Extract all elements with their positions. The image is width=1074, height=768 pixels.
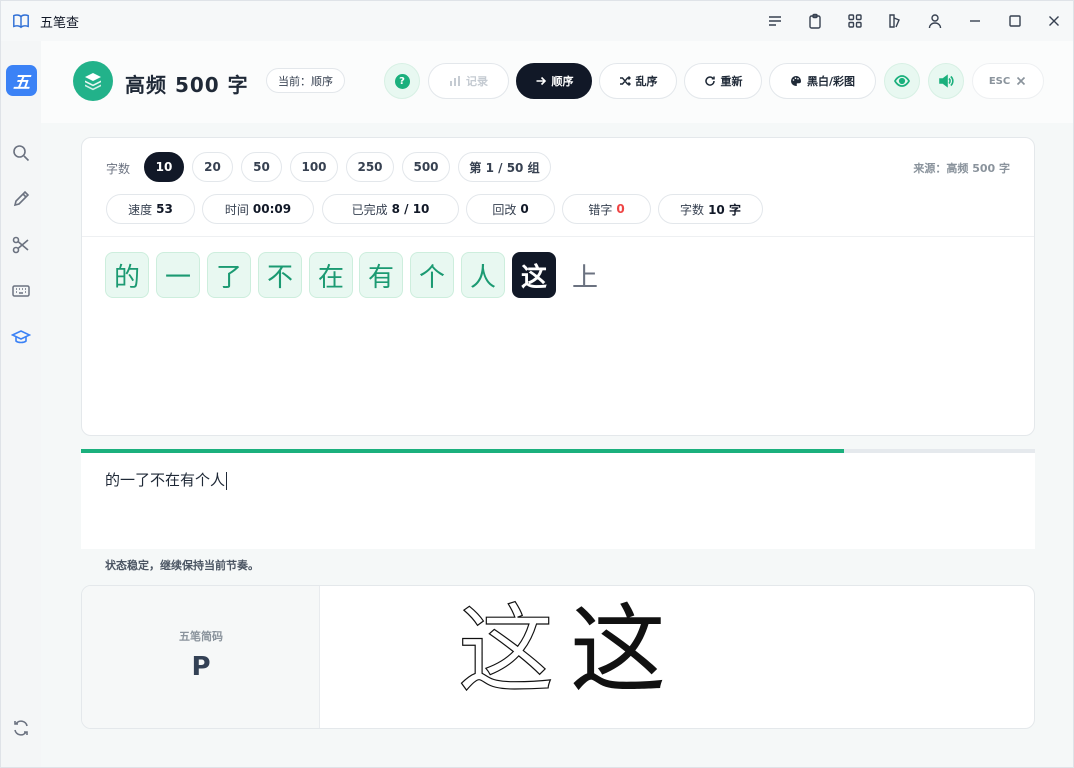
scissors-icon[interactable] bbox=[7, 231, 35, 259]
page-title: 高频 500 字 bbox=[125, 73, 249, 97]
practice-card: 字数 10 20 50 100 250 500 第 1 / 50 组 来源：高频… bbox=[81, 137, 1035, 436]
user-icon[interactable] bbox=[925, 11, 945, 31]
status-message: 状态稳定，继续保持当前节奏。 bbox=[105, 559, 259, 572]
count-option-50[interactable]: 50 bbox=[241, 152, 282, 182]
clipboard-icon[interactable] bbox=[805, 11, 825, 31]
app-window: 五笔查 五 高频 500 字 当前：顺序 ? 记录 顺序 乱序 重新 黑白/彩图… bbox=[0, 0, 1074, 768]
graduation-cap-icon[interactable] bbox=[7, 323, 35, 351]
grid-icon[interactable] bbox=[845, 11, 865, 31]
practice-header: 高频 500 字 当前：顺序 ? 记录 顺序 乱序 重新 黑白/彩图 ESC bbox=[41, 41, 1073, 123]
count-label: 字数 bbox=[106, 162, 131, 176]
book-icon bbox=[13, 14, 29, 29]
practice-char: 个 bbox=[410, 252, 454, 298]
sync-icon[interactable] bbox=[7, 714, 35, 742]
record-button[interactable]: 记录 bbox=[428, 63, 509, 99]
count-option-500[interactable]: 500 bbox=[402, 152, 450, 182]
sequential-button[interactable]: 顺序 bbox=[516, 63, 592, 99]
stat-completed: 已完成 8 / 10 bbox=[322, 194, 459, 224]
source-label: 来源：高频 500 字 bbox=[913, 162, 1010, 175]
stat-speed: 速度 53 bbox=[106, 194, 195, 224]
pending-char: 上 bbox=[571, 262, 598, 293]
main-content: 高频 500 字 当前：顺序 ? 记录 顺序 乱序 重新 黑白/彩图 ESC 字… bbox=[41, 41, 1073, 767]
stat-chars: 字数 10 字 bbox=[658, 194, 763, 224]
close-icon[interactable] bbox=[1044, 11, 1064, 31]
count-option-250[interactable]: 250 bbox=[346, 152, 394, 182]
practice-char: 有 bbox=[359, 252, 403, 298]
volume-icon bbox=[939, 74, 954, 88]
window-title: 五笔查 bbox=[40, 16, 80, 31]
practice-char: 不 bbox=[258, 252, 302, 298]
help-icon: ? bbox=[394, 73, 410, 89]
card-divider bbox=[82, 236, 1034, 237]
stat-time: 时间 00:09 bbox=[202, 194, 314, 224]
bar-chart-icon bbox=[450, 76, 460, 86]
close-x-icon bbox=[1017, 76, 1026, 86]
practice-char: 人 bbox=[461, 252, 505, 298]
text-caret bbox=[226, 471, 228, 490]
visibility-toggle[interactable] bbox=[884, 63, 920, 99]
restart-button[interactable]: 重新 bbox=[684, 63, 762, 99]
group-indicator[interactable]: 第 1 / 50 组 bbox=[458, 152, 551, 182]
practice-char: 在 bbox=[309, 252, 353, 298]
typed-text: 的一了不在有个人 bbox=[105, 471, 226, 489]
code-panel: 五笔简码 P bbox=[82, 586, 320, 728]
menu-lines-icon[interactable] bbox=[765, 11, 785, 31]
refresh-icon bbox=[704, 76, 715, 86]
count-option-100[interactable]: 100 bbox=[290, 152, 338, 182]
code-value: P bbox=[191, 652, 211, 682]
typing-input[interactable]: 的一了不在有个人 bbox=[81, 453, 1035, 549]
shuffle-button[interactable]: 乱序 bbox=[599, 63, 677, 99]
title-bar: 五笔查 bbox=[1, 1, 1073, 41]
arrow-right-icon bbox=[536, 76, 546, 86]
hint-card: 五笔简码 P 这 这 bbox=[81, 585, 1035, 729]
practice-char: 的 bbox=[105, 252, 149, 298]
app-logo[interactable]: 五 bbox=[6, 65, 37, 96]
current-mode-badge: 当前：顺序 bbox=[266, 68, 345, 93]
current-char: 这 bbox=[512, 252, 556, 298]
theme-icon[interactable] bbox=[885, 11, 905, 31]
count-option-10[interactable]: 10 bbox=[144, 152, 184, 182]
pencil-icon[interactable] bbox=[7, 185, 35, 213]
palette-icon bbox=[790, 76, 801, 86]
search-icon[interactable] bbox=[7, 139, 35, 167]
eye-icon bbox=[894, 75, 910, 87]
count-option-20[interactable]: 20 bbox=[192, 152, 233, 182]
keyboard-icon[interactable] bbox=[7, 277, 35, 305]
sidebar: 五 bbox=[1, 41, 41, 767]
glyph-outline: 这 bbox=[457, 593, 554, 706]
layers-icon bbox=[73, 61, 113, 101]
minimize-icon[interactable] bbox=[965, 11, 985, 31]
stat-backspace: 回改 0 bbox=[466, 194, 555, 224]
glyph-solid: 这 bbox=[570, 594, 666, 706]
esc-button[interactable]: ESC bbox=[972, 63, 1044, 99]
shuffle-icon bbox=[619, 76, 631, 86]
maximize-icon[interactable] bbox=[1005, 11, 1025, 31]
color-mode-button[interactable]: 黑白/彩图 bbox=[769, 63, 876, 99]
practice-char: 一 bbox=[156, 252, 200, 298]
help-button[interactable]: ? bbox=[384, 63, 420, 99]
code-label: 五笔简码 bbox=[179, 630, 223, 643]
sound-toggle[interactable] bbox=[928, 63, 964, 99]
stat-errors: 错字 0 bbox=[562, 194, 651, 224]
practice-char: 了 bbox=[207, 252, 251, 298]
